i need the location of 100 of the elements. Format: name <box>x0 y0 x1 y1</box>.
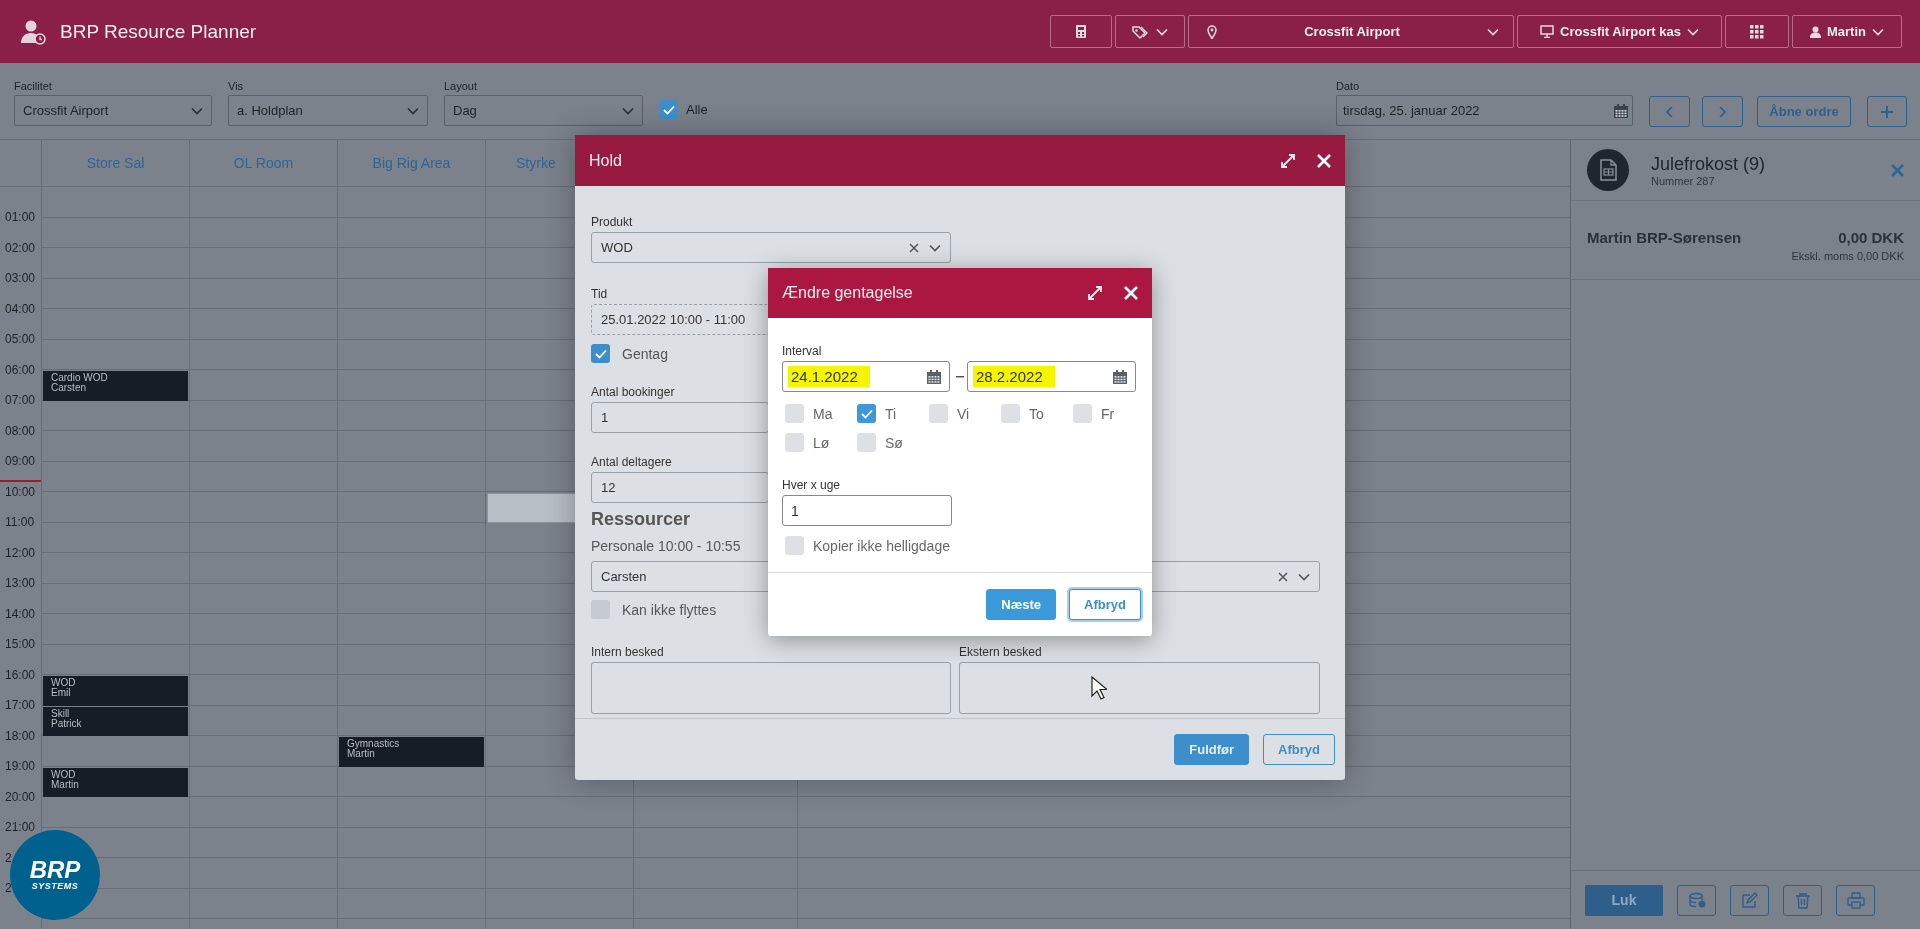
print-button[interactable] <box>1836 884 1875 916</box>
event-title: Cardio WOD <box>51 373 109 383</box>
location-pin-icon <box>1207 24 1217 39</box>
event-block[interactable]: Skill Patrick <box>43 706 188 736</box>
date-field[interactable]: 28.2.2022 <box>967 361 1136 392</box>
time-label: 19:00 <box>5 759 36 774</box>
text-area[interactable] <box>959 662 1320 714</box>
clear-icon <box>1278 571 1288 582</box>
event-person: Emil <box>51 688 72 698</box>
chevron-down-icon <box>929 243 941 252</box>
checkbox[interactable] <box>785 404 804 423</box>
time-label: 12:00 <box>5 545 36 560</box>
checkbox[interactable] <box>1073 404 1092 423</box>
event-block[interactable]: WOD Martin <box>43 767 188 797</box>
calculator-icon <box>1076 25 1086 38</box>
expand-button[interactable] <box>1281 153 1295 168</box>
edit-button[interactable] <box>1730 884 1769 916</box>
event-person: Carsten <box>51 383 87 393</box>
checkbox[interactable] <box>785 536 804 555</box>
checkbox-label: Lø <box>813 434 830 451</box>
app-title: BRP Resource Planner <box>60 20 257 43</box>
checkbox[interactable] <box>785 433 804 452</box>
expand-icon <box>1088 286 1102 300</box>
event-person: Martin <box>51 779 80 790</box>
expand-icon <box>1281 153 1295 168</box>
chevron-down-icon <box>407 106 419 115</box>
checkbox-label: Fr <box>1101 405 1115 422</box>
time-label: 02:00 <box>5 240 36 255</box>
printer-icon <box>1846 891 1865 909</box>
add-button[interactable] <box>1867 96 1907 127</box>
select-field[interactable]: Dag <box>444 95 643 126</box>
text-area[interactable] <box>591 662 951 714</box>
time-label: 21:00 <box>5 820 36 835</box>
time-label: 11:00 <box>5 515 35 530</box>
register-dropdown[interactable]: Crossfit Airport kas <box>1517 15 1722 48</box>
field-label: Hver x uge <box>782 478 841 492</box>
field-label: Antal bookinger <box>591 385 675 399</box>
dialog-title: Hold <box>589 151 623 170</box>
expand-button[interactable] <box>1088 286 1102 300</box>
event-block[interactable]: WOD Emil <box>43 676 188 706</box>
time-label: 14:00 <box>5 606 36 621</box>
plus-icon <box>1881 105 1893 118</box>
checkbox[interactable] <box>857 433 876 452</box>
calculator-button[interactable] <box>1050 15 1112 48</box>
order-number: Nummer 287 <box>1651 174 1716 187</box>
trash-icon <box>1793 891 1812 909</box>
time-label: 16:00 <box>5 667 36 682</box>
checkbox[interactable] <box>659 100 678 119</box>
time-label: 03:00 <box>5 271 36 286</box>
cancel-button[interactable]: Afbryd <box>1069 589 1141 620</box>
chevron-down-icon <box>622 106 634 115</box>
checkbox[interactable] <box>929 404 948 423</box>
tags-dropdown[interactable] <box>1115 15 1185 48</box>
location-dropdown[interactable]: Crossfit Airport <box>1188 15 1514 48</box>
delete-button[interactable] <box>1783 884 1822 916</box>
close-icon <box>1891 163 1904 177</box>
coins-button[interactable] <box>1677 884 1716 916</box>
checkbox[interactable] <box>591 344 610 363</box>
next-day-button[interactable] <box>1702 96 1743 127</box>
dialog-title: Ændre gentagelse <box>782 284 914 302</box>
chevron-down-icon <box>1487 27 1499 36</box>
event-title: Gymnastics <box>347 739 401 749</box>
time-label: 10:00 <box>5 484 36 499</box>
checkbox-label: Kopier ikke helligdage <box>813 537 950 554</box>
section-heading: Ressourcer <box>591 509 691 530</box>
order-title: Julefrokost (9) <box>1651 153 1767 175</box>
field-label: Antal deltagere <box>591 455 672 469</box>
mouse-cursor-icon <box>1091 676 1107 700</box>
select-field[interactable]: Crossfit Airport <box>14 95 212 126</box>
checkbox[interactable] <box>1001 404 1020 423</box>
input-field[interactable]: 1 <box>782 495 952 526</box>
edit-icon <box>1740 891 1759 909</box>
field-label: Facilitet <box>14 80 53 92</box>
chevron-left-icon <box>1666 105 1673 118</box>
field-label: Ekstern besked <box>959 645 1042 659</box>
grid-icon <box>1750 24 1764 39</box>
calendar-icon <box>927 369 941 384</box>
time-label: 13:00 <box>5 576 36 591</box>
select-field[interactable]: WOD <box>591 232 951 263</box>
previous-day-button[interactable] <box>1649 96 1690 127</box>
field-label: Intern besked <box>591 645 664 659</box>
user-menu[interactable]: Martin <box>1792 15 1902 48</box>
apps-grid-button[interactable] <box>1725 15 1789 48</box>
time-label: 20:00 <box>5 789 36 804</box>
select-field[interactable]: a. Holdplan <box>228 95 428 126</box>
field-label: Tid <box>591 287 608 301</box>
checkbox-label: Kan ikke flyttes <box>622 601 717 618</box>
close-icon <box>1124 286 1138 300</box>
date-field[interactable]: tirsdag, 25. januar 2022 <box>1336 95 1633 126</box>
time-label: 05:00 <box>5 332 36 347</box>
event-block[interactable]: Cardio WOD Carsten <box>43 371 188 401</box>
event-block[interactable]: Gymnastics Martin <box>339 737 484 767</box>
date-field[interactable]: 24.1.2022 <box>782 361 950 392</box>
monitor-icon <box>1540 25 1555 38</box>
checkbox-label: Vi <box>957 405 970 422</box>
chevron-down-icon <box>191 106 203 115</box>
checkbox[interactable] <box>857 404 876 423</box>
chevron-down-icon <box>1686 27 1699 36</box>
column-header: Styrke <box>516 155 556 171</box>
customer-name: Martin BRP-Sørensen <box>1587 229 1742 248</box>
